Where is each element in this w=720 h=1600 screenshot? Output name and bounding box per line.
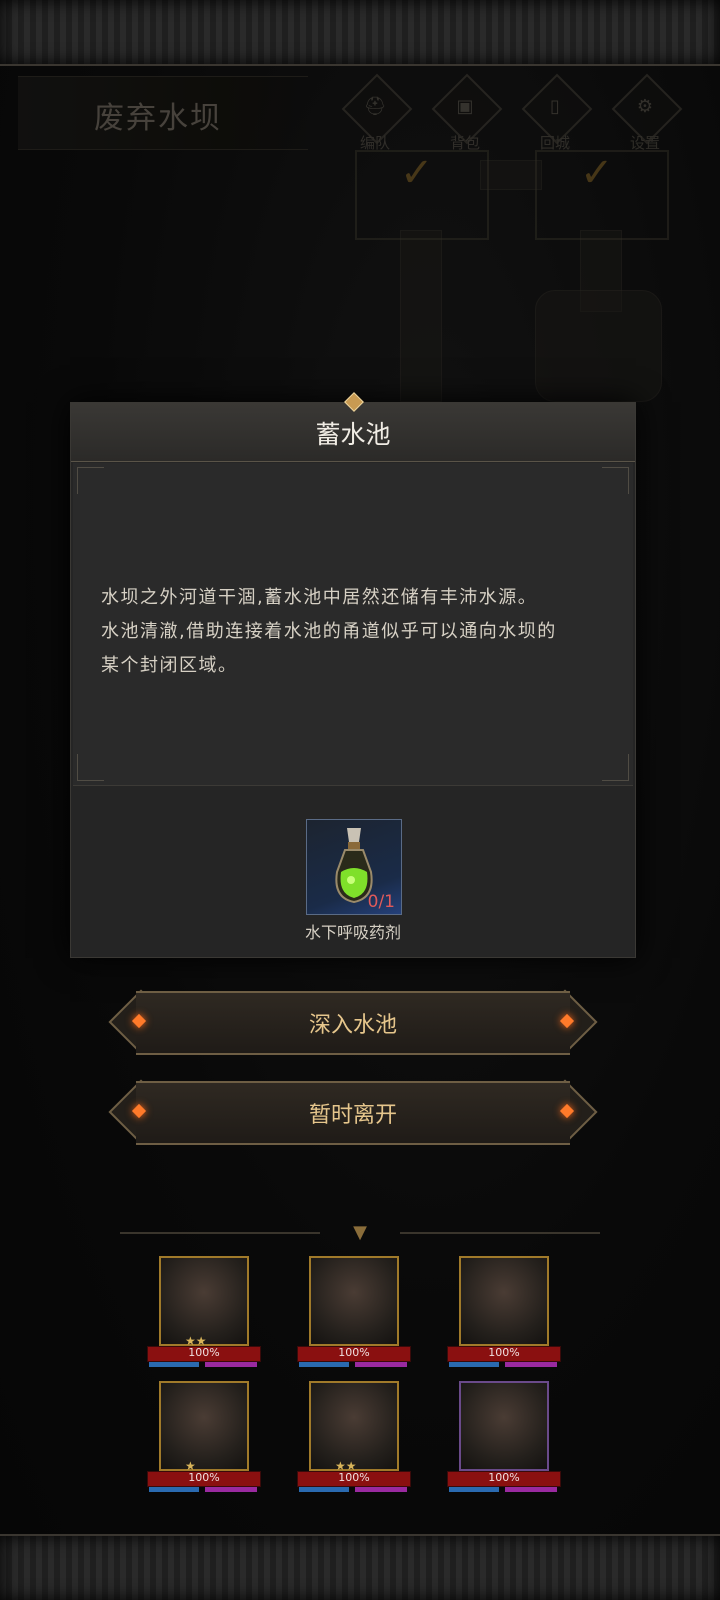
leave-button[interactable]: 暂时离开 bbox=[108, 1079, 598, 1145]
party-hero[interactable]: ★★ 100% bbox=[297, 1381, 411, 1499]
description-line: 水坝之外河道干涸,蓄水池中居然还储有丰沛水源。 bbox=[101, 587, 538, 608]
event-dialog: 蓄水池 水坝之外河道干涸,蓄水池中居然还储有丰沛水源。 水池清澈,借助连接着水池… bbox=[70, 392, 636, 958]
chevron-down-icon[interactable]: ▼ bbox=[346, 1222, 374, 1243]
hero-portrait bbox=[309, 1256, 399, 1346]
party-divider: ▼ bbox=[120, 1222, 600, 1243]
hero-hp-bar: 100% bbox=[447, 1471, 561, 1487]
party-hero[interactable]: 100% bbox=[447, 1381, 561, 1499]
item-count: 0/1 bbox=[367, 892, 395, 912]
description-line: 水池清澈,借助连接着水池的甬道似乎可以通向水坝的 bbox=[101, 621, 557, 642]
hero-hp-text: 100% bbox=[188, 1346, 220, 1359]
required-item-name: 水下呼吸药剂 bbox=[304, 923, 401, 942]
hero-hp-text: 100% bbox=[488, 1346, 520, 1359]
bottom-frame bbox=[0, 1534, 720, 1600]
hero-portrait bbox=[159, 1256, 249, 1346]
party-hero[interactable]: ★ 100% bbox=[147, 1381, 261, 1499]
hero-hp-bar: 100% bbox=[297, 1346, 411, 1362]
hero-portrait bbox=[309, 1381, 399, 1471]
party-hero[interactable]: 100% bbox=[297, 1256, 411, 1374]
enter-pool-button[interactable]: 深入水池 bbox=[108, 989, 598, 1055]
party-hero[interactable]: ★★ 100% bbox=[147, 1256, 261, 1374]
hero-portrait bbox=[159, 1381, 249, 1471]
top-frame bbox=[0, 0, 720, 66]
hero-portrait bbox=[459, 1381, 549, 1471]
description-panel: 水坝之外河道干涸,蓄水池中居然还储有丰沛水源。 水池清澈,借助连接着水池的甬道似… bbox=[73, 463, 633, 786]
enter-pool-label: 深入水池 bbox=[308, 1013, 397, 1038]
required-item-slot[interactable]: 0/1 bbox=[306, 819, 402, 915]
hero-hp-bar: 100% bbox=[297, 1471, 411, 1487]
hero-portrait bbox=[459, 1256, 549, 1346]
hero-hp-text: 100% bbox=[338, 1346, 370, 1359]
description-line: 某个封闭区域。 bbox=[101, 655, 238, 676]
hero-hp-bar: 100% bbox=[447, 1346, 561, 1362]
party-hero[interactable]: 100% bbox=[447, 1256, 561, 1374]
hero-hp-text: 100% bbox=[338, 1471, 370, 1484]
dialog-title: 蓄水池 bbox=[315, 420, 391, 449]
hero-hp-text: 100% bbox=[488, 1471, 520, 1484]
hero-hp-text: 100% bbox=[188, 1471, 220, 1484]
hero-hp-bar: 100% bbox=[147, 1346, 261, 1362]
leave-label: 暂时离开 bbox=[308, 1103, 397, 1128]
hero-hp-bar: 100% bbox=[147, 1471, 261, 1487]
dialog-header: 蓄水池 bbox=[71, 392, 635, 462]
event-description: 水坝之外河道干涸,蓄水池中居然还储有丰沛水源。 水池清澈,借助连接着水池的甬道似… bbox=[101, 581, 611, 683]
